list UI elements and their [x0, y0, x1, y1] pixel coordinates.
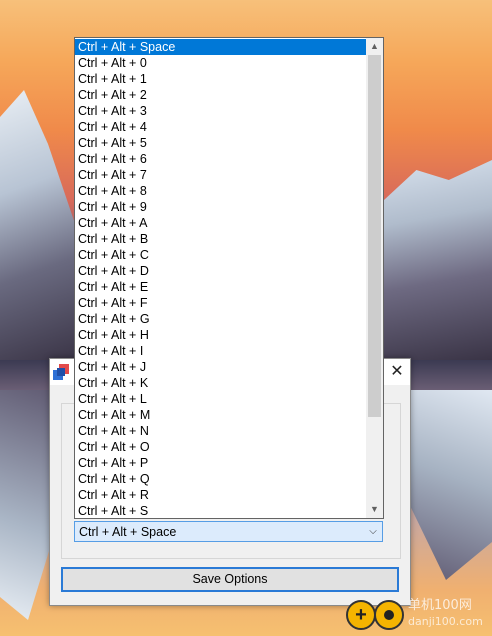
- chevron-down-icon[interactable]: ⌵: [366, 524, 380, 539]
- scroll-up-icon[interactable]: ▲: [366, 38, 383, 55]
- dropdown-item[interactable]: Ctrl + Alt + 3: [75, 103, 367, 119]
- watermark-plus-icon: +: [346, 600, 376, 630]
- dropdown-item[interactable]: Ctrl + Alt + Q: [75, 471, 367, 487]
- dropdown-item[interactable]: Ctrl + Alt + B: [75, 231, 367, 247]
- dropdown-item[interactable]: Ctrl + Alt + 1: [75, 71, 367, 87]
- dropdown-item[interactable]: Ctrl + Alt + H: [75, 327, 367, 343]
- dropdown-item[interactable]: Ctrl + Alt + P: [75, 455, 367, 471]
- dropdown-item[interactable]: Ctrl + Alt + O: [75, 439, 367, 455]
- dropdown-item[interactable]: Ctrl + Alt + C: [75, 247, 367, 263]
- dropdown-items: Ctrl + Alt + Space Ctrl + Alt + 0 Ctrl + A…: [75, 39, 367, 518]
- dropdown-item[interactable]: Ctrl + Alt + J: [75, 359, 367, 375]
- scrollbar-thumb[interactable]: [368, 55, 381, 417]
- dropdown-item[interactable]: Ctrl + Alt + 6: [75, 151, 367, 167]
- watermark-line2: danji100.com: [408, 615, 483, 628]
- mountain-left: [0, 90, 80, 360]
- save-options-button[interactable]: Save Options: [61, 567, 399, 592]
- dropdown-item[interactable]: Ctrl + Alt + F: [75, 295, 367, 311]
- hotkey-combobox-value: Ctrl + Alt + Space: [79, 525, 177, 539]
- dropdown-item[interactable]: Ctrl + Alt + 7: [75, 167, 367, 183]
- dropdown-item[interactable]: Ctrl + Alt + S: [75, 503, 367, 518]
- dropdown-item[interactable]: Ctrl + Alt + 4: [75, 119, 367, 135]
- dropdown-item[interactable]: Ctrl + Alt + K: [75, 375, 367, 391]
- watermark: + 单机100网 danji100.com: [346, 598, 492, 634]
- dropdown-item[interactable]: Ctrl + Alt + Space: [75, 39, 367, 55]
- dropdown-item[interactable]: Ctrl + Alt + R: [75, 487, 367, 503]
- dropdown-item[interactable]: Ctrl + Alt + D: [75, 263, 367, 279]
- mountain-reflection-right: [400, 390, 492, 580]
- dropdown-item[interactable]: Ctrl + Alt + 9: [75, 199, 367, 215]
- app-icon: [53, 364, 69, 380]
- dropdown-item[interactable]: Ctrl + Alt + G: [75, 311, 367, 327]
- dropdown-item[interactable]: Ctrl + Alt + 5: [75, 135, 367, 151]
- hotkey-dropdown-list[interactable]: Ctrl + Alt + Space Ctrl + Alt + 0 Ctrl + A…: [74, 37, 384, 519]
- close-icon[interactable]: ✕: [384, 359, 410, 385]
- dropdown-item[interactable]: Ctrl + Alt + I: [75, 343, 367, 359]
- watermark-dot-icon: [374, 600, 404, 630]
- mountain-right: [384, 160, 492, 360]
- dropdown-item[interactable]: Ctrl + Alt + M: [75, 407, 367, 423]
- hotkey-combobox[interactable]: Ctrl + Alt + Space ⌵: [74, 521, 383, 542]
- dropdown-item[interactable]: Ctrl + Alt + A: [75, 215, 367, 231]
- dropdown-scrollbar[interactable]: ▲ ▼: [366, 38, 383, 518]
- dropdown-item[interactable]: Ctrl + Alt + 2: [75, 87, 367, 103]
- dropdown-item[interactable]: Ctrl + Alt + E: [75, 279, 367, 295]
- watermark-line1: 单机100网: [408, 598, 472, 613]
- dropdown-item[interactable]: Ctrl + Alt + 8: [75, 183, 367, 199]
- scroll-down-icon[interactable]: ▼: [366, 501, 383, 518]
- dropdown-item[interactable]: Ctrl + Alt + L: [75, 391, 367, 407]
- dropdown-item[interactable]: Ctrl + Alt + N: [75, 423, 367, 439]
- dropdown-item[interactable]: Ctrl + Alt + 0: [75, 55, 367, 71]
